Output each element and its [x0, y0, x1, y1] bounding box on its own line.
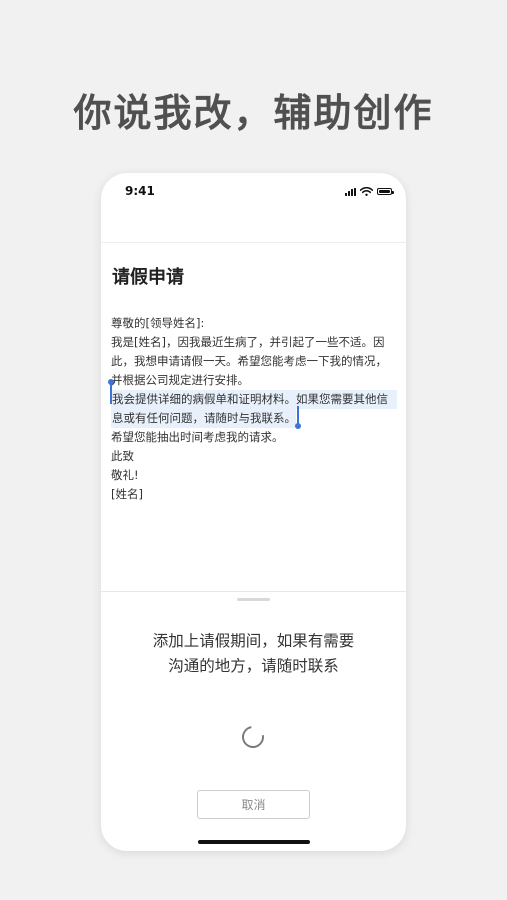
document-line: 尊敬的[领导姓名]: [111, 316, 205, 330]
document-line: 此致 [111, 449, 134, 463]
cellular-signal-icon [345, 187, 356, 196]
document-line: [姓名] [111, 487, 143, 501]
status-bar: 9:41 [101, 173, 406, 213]
cancel-button[interactable]: 取消 [197, 790, 310, 819]
selection-start-handle[interactable] [108, 379, 114, 404]
headline: 你说我改，辅助创作 [73, 91, 434, 135]
document-line: 希望您能抽出时间考虑我的请求。 [111, 430, 284, 444]
wifi-icon [360, 187, 373, 196]
selection-end-handle[interactable] [295, 406, 301, 429]
assistant-prompt: 添加上请假期间，如果有需要 沟通的地方，请随时联系 [101, 629, 406, 679]
home-indicator[interactable] [198, 840, 310, 844]
prompt-line: 添加上请假期间，如果有需要 [152, 632, 355, 650]
sheet-divider [101, 591, 406, 592]
battery-icon [377, 188, 394, 195]
selected-line: 息或有任何问题，请随时与我联系。 [111, 409, 296, 428]
document-body[interactable]: 尊敬的[领导姓名]: 我是[姓名]，因我最近生病了，并引起了一些不适。因 此，我… [111, 314, 397, 504]
loading-spinner-icon [237, 721, 269, 753]
phone-frame: 9:41 请假申请 尊敬的[领导姓名]: 我是[姓名]，因我最近生病了，并引起了… [101, 173, 406, 851]
document-line: 敬礼! [111, 468, 139, 482]
document-line: 我是[姓名]，因我最近生病了，并引起了一些不适。因 [111, 335, 385, 349]
selected-line: 我会提供详细的病假单和证明材料。如果您需要其他信 [111, 390, 397, 409]
document-line: 并根据公司规定进行安排。 [111, 373, 249, 387]
document-title[interactable]: 请假申请 [112, 263, 184, 289]
sheet-grabber[interactable] [237, 598, 270, 601]
status-time: 9:41 [125, 184, 155, 198]
prompt-line: 沟通的地方，请随时联系 [168, 657, 339, 675]
top-bar-divider [101, 242, 406, 243]
document-line: 此，我想申请请假一天。希望您能考虑一下我的情况， [111, 354, 387, 368]
status-icons [345, 187, 394, 196]
